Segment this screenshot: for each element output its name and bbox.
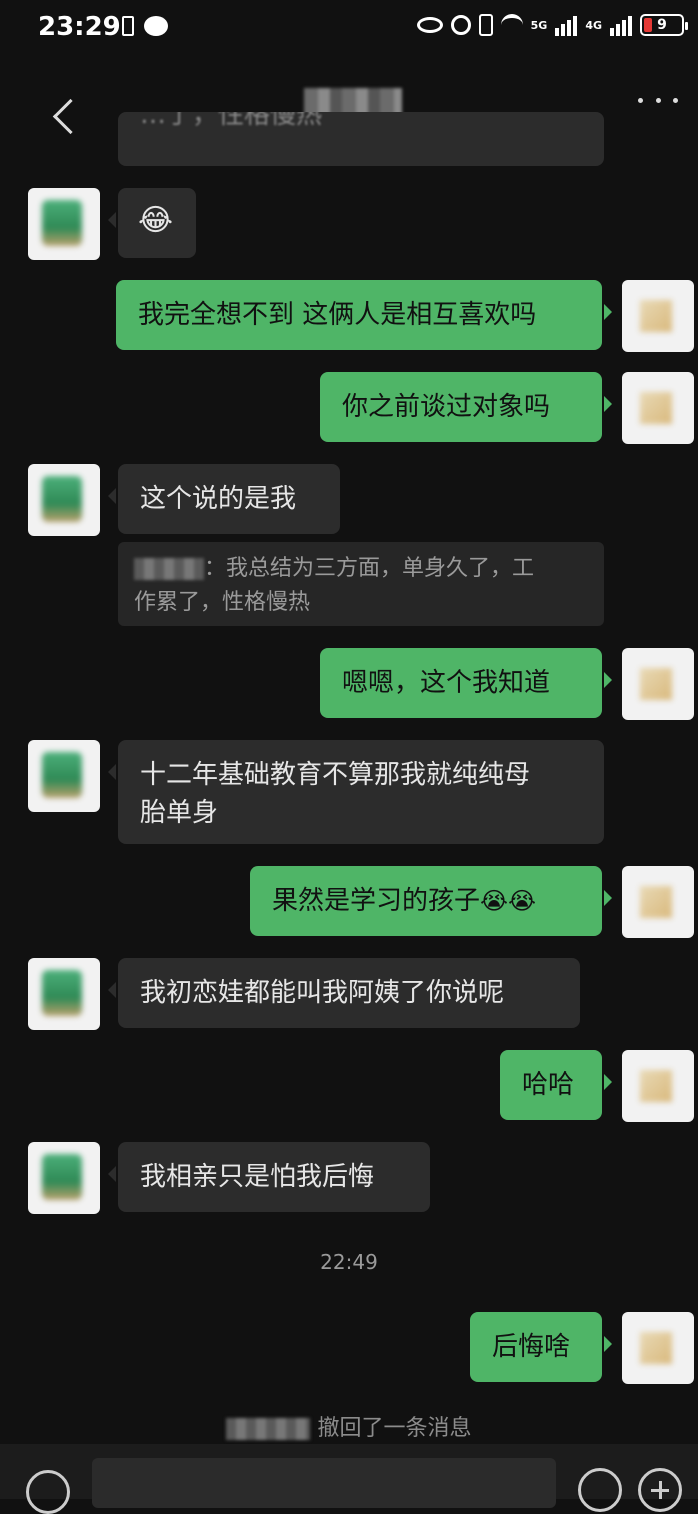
message-bubble[interactable]: 十二年基础教育不算那我就纯纯母 胎单身: [108, 740, 604, 844]
message-bubble[interactable]: 😂: [108, 188, 196, 258]
message-bubble[interactable]: 我相亲只是怕我后悔: [108, 1142, 430, 1212]
signal-5g-icon: [555, 14, 578, 36]
status-time: 23:29: [38, 12, 121, 42]
plus-icon[interactable]: [638, 1468, 682, 1512]
input-bar: [0, 1444, 698, 1514]
message-bubble[interactable]: 果然是学习的孩子😭😭: [250, 866, 612, 936]
battery-icon: 9: [640, 14, 688, 36]
my-avatar[interactable]: [622, 648, 694, 720]
message-bubble[interactable]: 我完全想不到 这俩人是相互喜欢吗: [116, 280, 612, 350]
friend-avatar[interactable]: [28, 958, 100, 1030]
friend-avatar[interactable]: [28, 464, 100, 536]
message-bubble[interactable]: 你之前谈过对象吗: [320, 372, 612, 442]
friend-avatar[interactable]: [28, 740, 100, 812]
my-avatar[interactable]: [622, 372, 694, 444]
recall-notice: 撤回了一条消息: [0, 1410, 698, 1442]
signal-5g-label: 5G: [530, 18, 548, 32]
friend-avatar[interactable]: [28, 1142, 100, 1214]
message-bubble[interactable]: 后悔啥: [470, 1312, 612, 1382]
battery-level: 9: [657, 17, 667, 33]
my-avatar[interactable]: [622, 1312, 694, 1384]
more-options-icon[interactable]: [638, 94, 678, 106]
quoted-sender-redacted: [134, 558, 204, 580]
quoted-message[interactable]: ：我总结为三方面，单身久了，工 作累了，性格慢热: [118, 542, 604, 626]
emoji-icon[interactable]: [578, 1468, 622, 1512]
vibrate-icon: [478, 14, 493, 36]
back-button[interactable]: [24, 76, 89, 135]
chevron-left-icon: [52, 98, 89, 135]
voice-input-icon[interactable]: [26, 1470, 70, 1514]
signal-4g-label: 4G: [585, 18, 602, 32]
my-avatar[interactable]: [622, 1050, 694, 1122]
wifi-icon: [500, 14, 523, 36]
alarm-icon: [450, 15, 471, 35]
status-bar: 23:29 5G 4G 9: [0, 0, 698, 60]
signal-4g-icon: [610, 14, 632, 36]
recaller-name-redacted: [226, 1418, 311, 1440]
partial-message-bubble[interactable]: …了，性格慢热: [118, 112, 604, 166]
message-bubble[interactable]: 嗯嗯，这个我知道: [320, 648, 612, 718]
message-bubble[interactable]: 这个说的是我: [108, 464, 340, 534]
my-avatar[interactable]: [622, 866, 694, 938]
laughing-emoji: 😂: [138, 203, 174, 238]
wechat-icon: [144, 16, 168, 36]
friend-avatar[interactable]: [28, 188, 100, 260]
my-avatar[interactable]: [622, 280, 694, 352]
battery-saver-icon: [122, 16, 134, 36]
message-bubble[interactable]: 哈哈: [500, 1050, 612, 1120]
message-bubble[interactable]: 我初恋娃都能叫我阿姨了你说呢: [108, 958, 580, 1028]
time-separator: 22:49: [320, 1250, 378, 1274]
crying-emoji: 😭😭: [480, 887, 537, 915]
message-input[interactable]: [92, 1458, 556, 1508]
eye-icon: [416, 17, 443, 33]
